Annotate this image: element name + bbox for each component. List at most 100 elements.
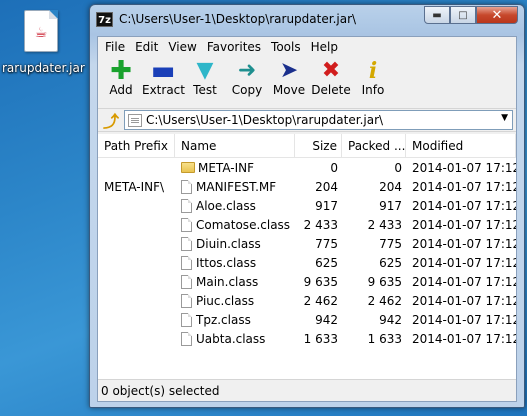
chevron-down-icon[interactable]: ▼ <box>501 113 508 123</box>
list-header: Path Prefix Name Size Packed ... Modifie… <box>98 134 516 158</box>
info-icon: i <box>368 58 378 84</box>
title-bar[interactable]: 7z C:\Users\User-1\Desktop\rarupdater.ja… <box>90 5 524 35</box>
row-size: 625 <box>315 255 338 270</box>
copy-button[interactable]: ➜ Copy <box>226 57 268 107</box>
row-size: 1 633 <box>303 331 338 346</box>
row-size: 775 <box>315 236 338 251</box>
minus-icon: ▬ <box>150 56 176 86</box>
row-size: 917 <box>315 198 338 213</box>
row-modified: 2014-01-07 17:12 <box>412 274 516 289</box>
desktop-icon-rarupdater[interactable]: ☕ rarupdater.jar <box>2 10 85 75</box>
file-list[interactable]: Path Prefix Name Size Packed ... Modifie… <box>98 134 516 379</box>
row-name: Comatose.class <box>196 217 291 232</box>
list-row[interactable]: META-INF\ MANIFEST.MF 204 204 2014-01-07… <box>98 177 516 196</box>
row-modified: 2014-01-07 17:12 <box>412 331 516 346</box>
list-row[interactable]: Diuin.class 775 775 2014-01-07 17:12 <box>98 234 516 253</box>
row-packed: 0 <box>394 160 402 175</box>
column-modified[interactable]: Modified <box>406 134 516 157</box>
test-button[interactable]: ▼ Test <box>184 57 226 107</box>
archive-icon <box>128 113 142 127</box>
delete-label: Delete <box>311 83 351 97</box>
row-modified: 2014-01-07 17:12 <box>412 160 516 175</box>
test-label: Test <box>193 83 217 97</box>
add-button[interactable]: ✚ Add <box>100 57 142 107</box>
menu-favorites[interactable]: Favorites <box>202 40 266 54</box>
extract-label: Extract <box>142 83 185 97</box>
copy-label: Copy <box>231 83 263 97</box>
plus-icon: ✚ <box>110 56 132 86</box>
status-text: 0 object(s) selected <box>101 383 220 398</box>
delete-button[interactable]: ✖ Delete <box>310 57 352 107</box>
menu-view[interactable]: View <box>163 40 201 54</box>
info-button[interactable]: i Info <box>352 57 394 107</box>
folder-icon <box>181 162 195 173</box>
address-input[interactable]: C:\Users\User-1\Desktop\rarupdater.jar\ … <box>124 110 513 130</box>
list-row[interactable]: Piuc.class 2 462 2 462 2014-01-07 17:12 <box>98 291 516 310</box>
file-icon <box>181 179 192 194</box>
row-name: Uabta.class <box>196 331 266 346</box>
list-row[interactable]: Aloe.class 917 917 2014-01-07 17:12 <box>98 196 516 215</box>
row-packed: 942 <box>379 312 402 327</box>
column-name[interactable]: Name <box>175 134 295 157</box>
row-prefix: META-INF\ <box>104 179 165 194</box>
menu-help[interactable]: Help <box>306 40 343 54</box>
row-name: Piuc.class <box>196 293 255 308</box>
list-row[interactable]: Comatose.class 2 433 2 433 2014-01-07 17… <box>98 215 516 234</box>
close-button[interactable]: ✕ <box>476 6 518 24</box>
menu-edit[interactable]: Edit <box>130 40 163 54</box>
status-bar: 0 object(s) selected <box>98 379 516 401</box>
7zip-window: 7z C:\Users\User-1\Desktop\rarupdater.ja… <box>89 4 525 408</box>
row-packed: 1 633 <box>367 331 402 346</box>
7zip-app-icon[interactable]: 7z <box>96 12 113 27</box>
menu-file[interactable]: File <box>100 40 130 54</box>
row-name: Main.class <box>196 274 259 289</box>
minimize-button[interactable]: ▬ <box>424 6 450 24</box>
row-size: 0 <box>330 160 338 175</box>
row-name: Aloe.class <box>196 198 256 213</box>
row-name: Ittos.class <box>196 255 257 270</box>
row-packed: 2 462 <box>367 293 402 308</box>
column-size[interactable]: Size <box>295 134 342 157</box>
copy-arrow-icon: ➜ <box>237 58 257 83</box>
column-path-prefix[interactable]: Path Prefix <box>98 134 175 157</box>
move-button[interactable]: ➤ Move <box>268 57 310 107</box>
row-name: META-INF <box>198 160 255 175</box>
file-icon <box>181 312 192 327</box>
list-row[interactable]: Ittos.class 625 625 2014-01-07 17:12 <box>98 253 516 272</box>
row-size: 942 <box>315 312 338 327</box>
row-modified: 2014-01-07 17:12 <box>412 255 516 270</box>
address-value: C:\Users\User-1\Desktop\rarupdater.jar\ <box>146 113 384 127</box>
up-folder-button[interactable]: ⤴ <box>98 109 124 131</box>
file-icon <box>181 236 192 251</box>
list-row[interactable]: META-INF 0 0 2014-01-07 17:12 <box>98 158 516 177</box>
list-row[interactable]: Main.class 9 635 9 635 2014-01-07 17:12 <box>98 272 516 291</box>
extract-button[interactable]: ▬ Extract <box>142 56 185 107</box>
row-name: Diuin.class <box>196 236 261 251</box>
row-modified: 2014-01-07 17:12 <box>412 312 516 327</box>
menu-tools[interactable]: Tools <box>266 40 306 54</box>
list-row[interactable]: Tpz.class 942 942 2014-01-07 17:12 <box>98 310 516 329</box>
file-icon <box>181 217 192 232</box>
column-packed[interactable]: Packed ... <box>342 134 406 157</box>
menu-bar: File Edit View Favorites Tools Help <box>98 37 516 57</box>
row-modified: 2014-01-07 17:12 <box>412 179 516 194</box>
row-size: 2 462 <box>303 293 338 308</box>
close-icon: ✕ <box>491 7 503 23</box>
address-bar: ⤴ C:\Users\User-1\Desktop\rarupdater.jar… <box>98 108 516 132</box>
file-icon <box>181 198 192 213</box>
row-modified: 2014-01-07 17:12 <box>412 198 516 213</box>
delete-x-icon: ✖ <box>321 58 341 83</box>
row-name: Tpz.class <box>196 312 251 327</box>
row-size: 2 433 <box>303 217 338 232</box>
list-row[interactable]: Uabta.class 1 633 1 633 2014-01-07 17:12 <box>98 329 516 348</box>
move-label: Move <box>272 83 306 97</box>
info-label: Info <box>361 83 385 97</box>
row-packed: 625 <box>379 255 402 270</box>
row-modified: 2014-01-07 17:12 <box>412 217 516 232</box>
maximize-button[interactable]: □ <box>450 6 476 24</box>
row-packed: 2 433 <box>367 217 402 232</box>
file-icon <box>181 293 192 308</box>
jar-file-icon: ☕ <box>24 10 58 52</box>
row-size: 9 635 <box>303 274 338 289</box>
row-modified: 2014-01-07 17:12 <box>412 293 516 308</box>
